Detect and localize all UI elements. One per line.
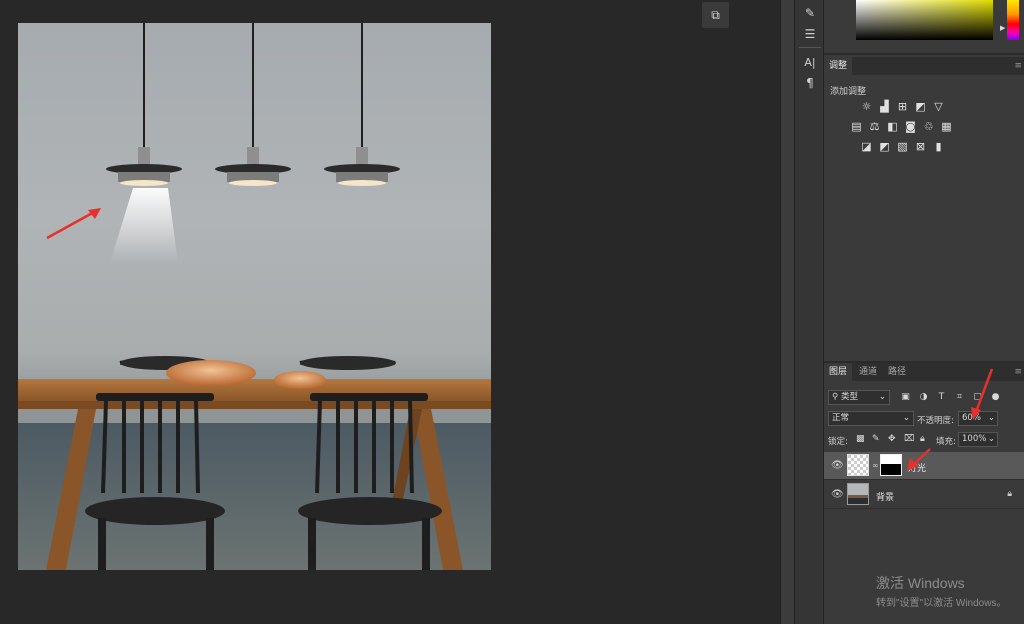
tab-channels[interactable]: 通道 xyxy=(854,363,882,381)
copper-bowl-large xyxy=(166,360,256,386)
lock-transparent-icon[interactable]: ▩ xyxy=(856,434,865,444)
blend-mode-select[interactable]: 正常 ⌄ xyxy=(828,411,914,426)
panel-icon-dock: ✎ ☰ A| ¶ xyxy=(794,0,824,624)
layer-thumbnail xyxy=(847,454,869,476)
color-panel: ▶ xyxy=(824,0,1024,55)
pendant-lamp-2 xyxy=(215,147,291,186)
invert-icon[interactable]: ◪ xyxy=(860,140,873,153)
dining-room-photo xyxy=(18,23,491,570)
hue-saturation-icon[interactable]: ▤ xyxy=(850,120,863,133)
lock-artboard-icon[interactable]: ⌧ xyxy=(904,434,914,444)
vibrance-icon[interactable]: ▽ xyxy=(932,100,945,113)
tab-paths[interactable]: 路径 xyxy=(883,363,911,381)
posterize-icon[interactable]: ◩ xyxy=(878,140,891,153)
layer-thumbnail xyxy=(847,483,869,505)
filter-toggle-icon[interactable]: ● xyxy=(990,392,1001,402)
type-filter-icon[interactable]: T xyxy=(936,392,947,402)
character-icon[interactable]: A| xyxy=(795,53,825,73)
panel-menu-icon[interactable]: ≡ xyxy=(1014,363,1022,381)
levels-icon[interactable]: ▟ xyxy=(878,100,891,113)
brush-settings-icon[interactable]: ✎ xyxy=(795,3,825,23)
chevron-down-icon: ⌄ xyxy=(878,392,886,402)
gradient-map-icon[interactable]: ▮ xyxy=(932,140,945,153)
arrange-documents-icon[interactable]: ⧉ xyxy=(702,2,729,28)
fill-value: 100% xyxy=(962,434,987,444)
visibility-eye-icon[interactable]: 👁︎ xyxy=(831,460,844,471)
black-white-icon[interactable]: ◧ xyxy=(886,120,899,133)
pendant-lamp-1 xyxy=(106,147,182,186)
adjustment-row-2: ▤ ⚖ ◧ ◙ ♲ ▦ xyxy=(850,120,953,133)
exposure-icon[interactable]: ◩ xyxy=(914,100,927,113)
channel-mixer-icon[interactable]: ♲ xyxy=(922,120,935,133)
smart-object-filter-icon[interactable]: ▢ xyxy=(972,392,983,402)
opacity-value: 60% xyxy=(962,413,981,423)
panel-menu-icon[interactable]: ≡ xyxy=(1014,57,1022,75)
lock-icon: 🔒︎ xyxy=(1007,489,1012,499)
adjustment-row-1: ☼ ▟ ⊞ ◩ ▽ xyxy=(860,100,945,113)
opacity-input[interactable]: 60% ⌄ xyxy=(958,411,998,426)
layer-name[interactable]: 灯光 xyxy=(908,461,926,474)
right-panels: ▶ 调整 ≡ 添加调整 ☼ ▟ ⊞ ◩ ▽ ▤ ⚖ ◧ ◙ ♲ ▦ ◪ ◩ ▧ … xyxy=(824,0,1024,624)
layers-tabbar: 图层 通道 路径 ≡ xyxy=(824,363,1024,381)
layer-filter-select[interactable]: ⚲ 类型 ⌄ xyxy=(828,390,890,405)
chevron-down-icon: ⌄ xyxy=(987,413,995,423)
lock-label: 锁定: xyxy=(828,437,848,447)
lock-all-icon[interactable]: 🔒︎ xyxy=(920,434,925,444)
adjustments-panel: 调整 ≡ 添加调整 ☼ ▟ ⊞ ◩ ▽ ▤ ⚖ ◧ ◙ ♲ ▦ ◪ ◩ ▧ ⊠ … xyxy=(824,57,1024,357)
adjustment-filter-icon[interactable]: ◑ xyxy=(918,392,929,402)
hue-marker-icon: ▶ xyxy=(1000,24,1006,32)
threshold-icon[interactable]: ▧ xyxy=(896,140,909,153)
adjust-sliders-icon[interactable]: ☰ xyxy=(795,24,825,44)
chevron-down-icon: ⌄ xyxy=(987,434,995,444)
layer-filter-value: 类型 xyxy=(840,392,858,402)
color-picker-field[interactable] xyxy=(856,0,993,40)
layer-name[interactable]: 背景 xyxy=(876,490,894,503)
chevron-down-icon: ⌄ xyxy=(902,413,910,423)
brightness-contrast-icon[interactable]: ☼ xyxy=(860,100,873,113)
chain-link-icon[interactable]: ∞ xyxy=(872,461,879,470)
layer-row-background[interactable]: 👁︎ 背景 🔒︎ xyxy=(824,481,1024,509)
layer-row-light[interactable]: 👁︎ ∞ 灯光 xyxy=(824,452,1024,480)
layer-mask-thumbnail[interactable] xyxy=(880,454,902,476)
curves-icon[interactable]: ⊞ xyxy=(896,100,909,113)
search-icon: ⚲ xyxy=(832,392,839,402)
fill-label: 填充: xyxy=(936,437,956,447)
activation-watermark-title: 激活 Windows xyxy=(876,575,965,591)
lock-image-icon[interactable]: ✎ xyxy=(872,434,880,444)
pixel-filter-icon[interactable]: ▣ xyxy=(900,392,911,402)
pendant-lamp-3 xyxy=(324,147,400,186)
hue-slider[interactable] xyxy=(1007,0,1019,40)
color-lookup-icon[interactable]: ▦ xyxy=(940,120,953,133)
copper-bowl-small xyxy=(274,371,326,389)
add-adjustment-label: 添加调整 xyxy=(830,87,867,97)
visibility-eye-icon[interactable]: 👁︎ xyxy=(831,489,844,500)
panel-collapse-strip[interactable] xyxy=(780,0,794,624)
lock-position-icon[interactable]: ✥ xyxy=(888,434,896,444)
activation-watermark-subtitle: 转到"设置"以激活 Windows。 xyxy=(876,598,1007,609)
adjustment-row-3: ◪ ◩ ▧ ⊠ ▮ xyxy=(860,140,945,153)
document-canvas[interactable] xyxy=(18,23,491,570)
adjustments-tabbar: 调整 ≡ xyxy=(824,57,1024,75)
opacity-label: 不透明度: xyxy=(917,416,954,426)
paragraph-icon[interactable]: ¶ xyxy=(795,73,825,93)
photo-filter-icon[interactable]: ◙ xyxy=(904,120,917,133)
selective-color-icon[interactable]: ⊠ xyxy=(914,140,927,153)
tab-layers[interactable]: 图层 xyxy=(824,363,853,381)
light-beam xyxy=(110,188,178,263)
shape-filter-icon[interactable]: ⌗ xyxy=(954,392,965,402)
color-balance-icon[interactable]: ⚖ xyxy=(868,120,881,133)
fill-input[interactable]: 100% ⌄ xyxy=(958,432,998,447)
canvas-workspace[interactable]: ⧉ xyxy=(0,0,780,624)
tab-adjustments[interactable]: 调整 xyxy=(824,57,853,75)
blend-mode-value: 正常 xyxy=(832,413,850,423)
